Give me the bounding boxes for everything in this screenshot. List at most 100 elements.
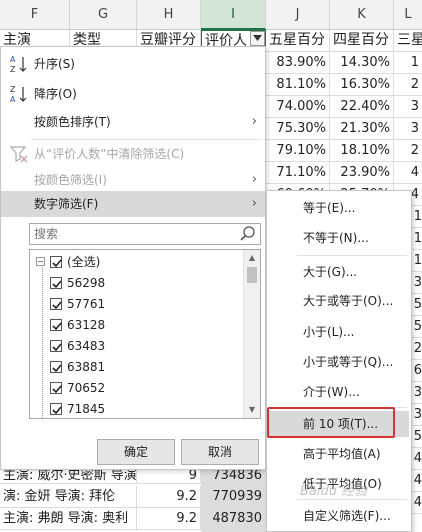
chevron-right-icon: › (251, 196, 257, 211)
cancel-button[interactable]: 取消 (181, 439, 259, 465)
scroll-thumb[interactable] (247, 267, 257, 283)
cell[interactable]: 74.00% (266, 96, 330, 118)
cell[interactable]: 487830 (201, 508, 266, 530)
scroll-up-icon[interactable]: ▲ (244, 250, 260, 266)
header-cell-three-star[interactable]: 三星 (394, 30, 422, 52)
checkbox-checked[interactable] (50, 319, 62, 331)
list-scrollbar[interactable]: ▲ ▼ (243, 250, 260, 418)
equals-item[interactable]: 等于(E)... (269, 195, 409, 221)
cell[interactable]: 6 (412, 360, 422, 382)
cell[interactable]: 1 (394, 52, 422, 74)
cell[interactable]: 主演: 弗朗 导演: 奥利 (0, 508, 137, 530)
cell[interactable]: 4 (412, 448, 422, 470)
checkbox-checked[interactable] (50, 382, 62, 394)
cell[interactable]: 21.30% (330, 118, 394, 140)
cell[interactable]: 4 (412, 470, 422, 492)
header-cell-five-star[interactable]: 五星百分 (266, 30, 330, 52)
cell[interactable]: 9.2 (137, 486, 201, 508)
cell[interactable]: 2 (412, 338, 422, 360)
list-item[interactable]: 57761 (30, 294, 242, 315)
not-equals-item[interactable]: 不等于(N)... (269, 225, 409, 251)
cell[interactable]: 75.30% (266, 118, 330, 140)
collapse-icon[interactable]: − (36, 257, 45, 266)
sort-by-color-item[interactable]: 按颜色排序(T) › (1, 109, 265, 135)
list-item[interactable]: 56298 (30, 273, 242, 294)
less-or-equal-item[interactable]: 小于或等于(Q)... (269, 349, 409, 375)
list-item[interactable]: 63483 (30, 336, 242, 357)
cell[interactable]: 5 (412, 316, 422, 338)
number-filter-label: 数字筛选(F) (34, 197, 99, 211)
list-item[interactable]: 63881 (30, 357, 242, 378)
checkbox-checked[interactable] (50, 256, 62, 268)
cell[interactable]: 3 (394, 96, 422, 118)
checkbox-checked[interactable] (50, 298, 62, 310)
column-header-g[interactable]: G (70, 0, 137, 30)
cell[interactable]: 1 (412, 250, 422, 272)
scroll-down-icon[interactable]: ▼ (244, 402, 260, 418)
between-item[interactable]: 介于(W)... (269, 379, 409, 405)
clear-filter-icon (9, 144, 29, 164)
cell[interactable]: 3 (412, 382, 422, 404)
submenu-label: 大于或等于(O)... (303, 294, 394, 308)
submenu-label: 介于(W)... (303, 385, 360, 399)
column-header-j[interactable]: J (266, 0, 330, 30)
cell[interactable]: 83.90% (266, 52, 330, 74)
cell[interactable]: 18.10% (330, 140, 394, 162)
cell[interactable]: 22.40% (330, 96, 394, 118)
column-header-k[interactable]: K (330, 0, 394, 30)
checkbox-checked[interactable] (50, 340, 62, 352)
cell[interactable]: 主演: 威尔·史密斯 导演: 加布 (0, 470, 137, 484)
cell[interactable]: 3 (394, 118, 422, 140)
checkbox-checked[interactable] (50, 277, 62, 289)
search-input[interactable] (30, 224, 230, 244)
sort-descending-item[interactable]: ZA 降序(O) (1, 81, 265, 107)
ok-button[interactable]: 确定 (97, 439, 175, 465)
cell[interactable]: 734836 (201, 470, 266, 484)
cell[interactable]: 5 (412, 426, 422, 448)
cell[interactable]: 演: 金妍 导演: 拜伦 (0, 486, 137, 508)
filter-dropdown-button[interactable] (250, 31, 265, 46)
column-header-i[interactable]: I (201, 0, 266, 30)
list-item-select-all[interactable]: − (全选) (30, 252, 242, 273)
sort-descending-icon: ZA (9, 84, 29, 104)
cell[interactable]: 9.2 (137, 508, 201, 530)
above-average-item[interactable]: 高于平均值(A) (269, 441, 409, 467)
greater-than-item[interactable]: 大于(G)... (269, 259, 409, 285)
custom-filter-item[interactable]: 自定义筛选(F)... (269, 503, 409, 529)
cell[interactable]: 23.90% (330, 162, 394, 184)
checkbox-checked[interactable] (50, 361, 62, 373)
greater-or-equal-item[interactable]: 大于或等于(O)... (269, 288, 409, 314)
column-header-f[interactable]: F (0, 0, 70, 30)
cell[interactable]: 770939 (201, 486, 266, 508)
cell[interactable]: 71.10% (266, 162, 330, 184)
list-item[interactable]: 71845 (30, 399, 242, 418)
cell[interactable]: 79.10% (266, 140, 330, 162)
checkbox-checked[interactable] (50, 403, 62, 415)
cell[interactable]: 9 (137, 470, 201, 484)
filter-by-color-item[interactable]: 按颜色筛选(I) › (1, 167, 265, 193)
cell[interactable]: 5 (412, 294, 422, 316)
list-item[interactable]: 63128 (30, 315, 242, 336)
menu-divider (297, 255, 407, 256)
number-filter-item[interactable]: 数字筛选(F) › (1, 191, 265, 217)
sort-ascending-item[interactable]: AZ 升序(S) (1, 51, 265, 77)
cell[interactable]: 4 (412, 492, 422, 514)
list-item[interactable]: 70652 (30, 378, 242, 399)
cell[interactable]: 14.30% (330, 52, 394, 74)
cell[interactable]: 16.30% (330, 74, 394, 96)
cell[interactable]: 4 (394, 162, 422, 184)
cell[interactable]: 81.10% (266, 74, 330, 96)
cell[interactable]: 2 (394, 140, 422, 162)
header-cell-four-star[interactable]: 四星百分 (330, 30, 394, 52)
list-item-label: (全选) (67, 255, 101, 269)
cell[interactable]: 3 (412, 272, 422, 294)
cell[interactable]: 2 (394, 74, 422, 96)
column-header-l[interactable]: L (394, 0, 422, 30)
clear-filter-item[interactable]: 从“评价人数”中清除筛选(C) (1, 141, 265, 167)
cell[interactable]: 1 (412, 228, 422, 250)
column-header-h[interactable]: H (137, 0, 201, 30)
search-box[interactable] (29, 223, 261, 245)
cell[interactable]: 1 (412, 206, 422, 228)
cell[interactable]: 3 (412, 404, 422, 426)
less-than-item[interactable]: 小于(L)... (269, 319, 409, 345)
